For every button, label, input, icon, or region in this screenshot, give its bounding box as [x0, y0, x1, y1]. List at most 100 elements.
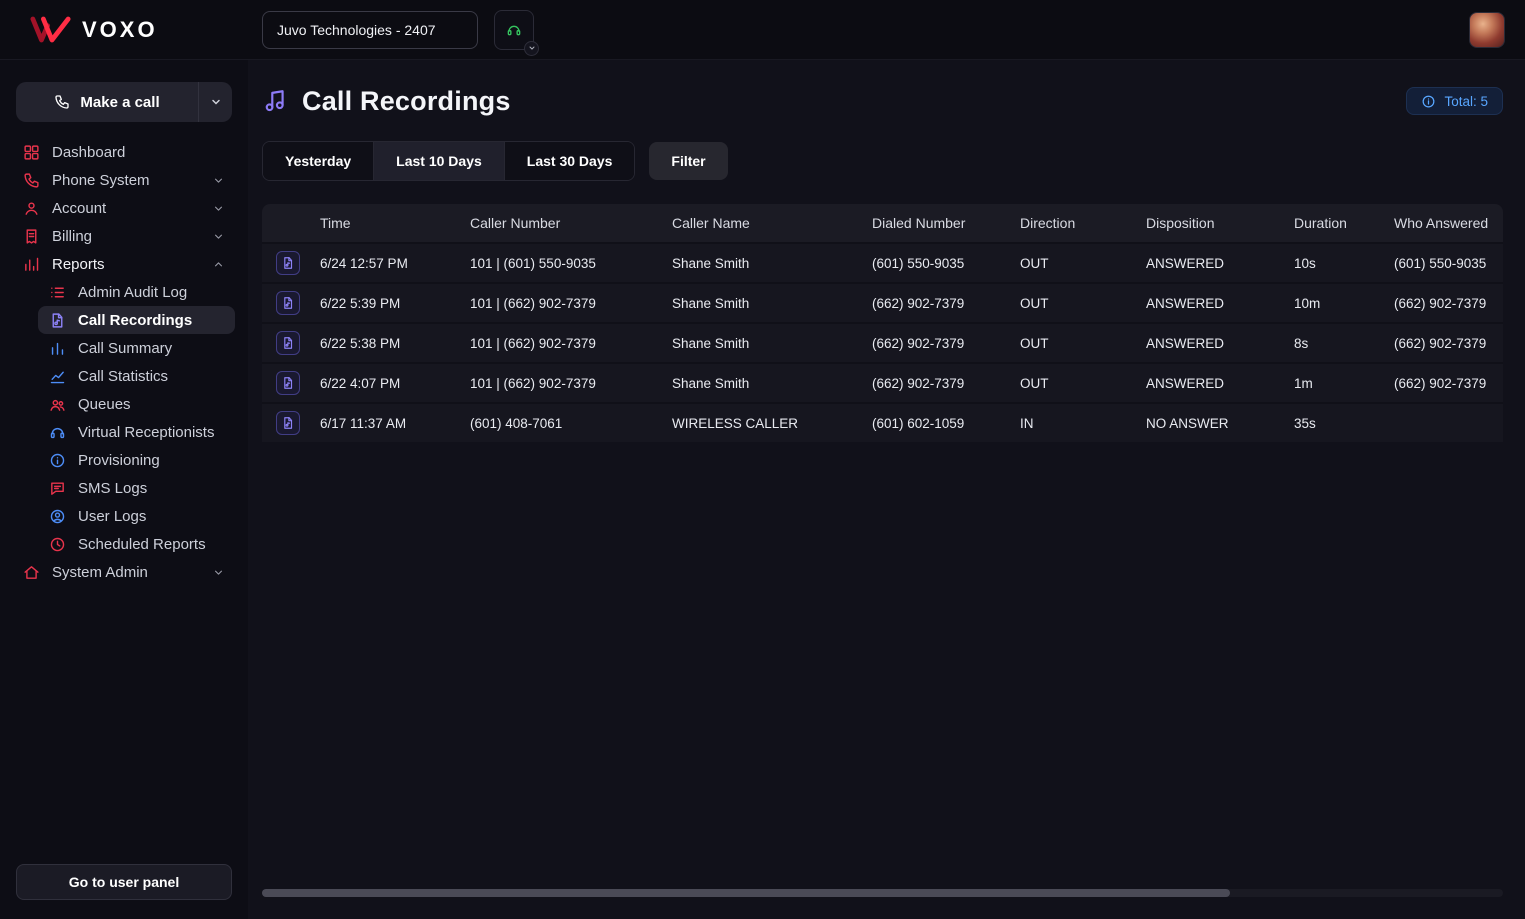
recording-icon-cell: [262, 291, 320, 315]
headset-button[interactable]: [494, 9, 539, 56]
recording-icon-cell: [262, 411, 320, 435]
recording-file-button[interactable]: [276, 411, 300, 435]
sidebar-item-billing[interactable]: Billing: [12, 222, 235, 250]
sidebar-item-system-admin[interactable]: System Admin: [12, 558, 235, 586]
date-range-tabs: Yesterday Last 10 Days Last 30 Days: [262, 141, 636, 181]
sidebar-item-virtual-receptionists[interactable]: Virtual Receptionists: [38, 418, 235, 446]
table-cell: OUT: [1020, 295, 1049, 311]
sidebar-item-user-logs[interactable]: User Logs: [38, 502, 235, 530]
table-cell: Shane Smith: [672, 335, 750, 351]
sidebar-item-call-recordings[interactable]: Call Recordings: [38, 306, 235, 334]
avatar[interactable]: [1469, 11, 1505, 48]
recordings-table: Time Caller Number Caller Name Dialed Numbe…: [262, 204, 1503, 442]
tab-yesterday[interactable]: Yesterday: [263, 142, 375, 180]
dashboard-icon: [22, 143, 40, 161]
table-cell: Shane Smith: [672, 255, 750, 271]
info-circle-icon: [1421, 94, 1436, 109]
column-header-time: Time: [320, 215, 351, 231]
recording-icon-cell: [262, 371, 320, 395]
make-call-button[interactable]: Make a call: [16, 82, 198, 122]
sidebar-item-scheduled-reports[interactable]: Scheduled Reports: [38, 530, 235, 558]
sidebar-item-sms-logs[interactable]: SMS Logs: [38, 474, 235, 502]
table-cell: (662) 902-7379: [1394, 375, 1487, 391]
table-row: 6/22 4:07 PM 101 | (662) 902-7379 Shane Sm…: [262, 362, 1503, 402]
sidebar-item-call-summary[interactable]: Call Summary: [38, 334, 235, 362]
sidebar-item-reports[interactable]: Reports: [12, 250, 235, 278]
horizontal-scrollbar-track[interactable]: [262, 889, 1503, 897]
table-cell: (662) 902-7379: [1394, 335, 1487, 351]
sidebar-item-queues[interactable]: Queues: [38, 390, 235, 418]
sidebar-item-account[interactable]: Account: [12, 194, 235, 222]
table-row: 6/22 5:38 PM 101 | (662) 902-7379 Shane Sm…: [262, 322, 1503, 362]
column-header-who-answered: Who Answered: [1394, 215, 1489, 231]
go-to-user-panel-button[interactable]: Go to user panel: [16, 864, 232, 900]
sidebar-item-label: Call Summary: [78, 339, 173, 357]
user-logs-icon: [48, 507, 66, 525]
org-selector-value: Juvo Technologies - 2407: [277, 21, 436, 38]
sidebar-item-label: Call Recordings: [78, 311, 193, 329]
topbar: VOXO Juvo Technologies - 2407: [0, 0, 1525, 60]
chevron-down-icon: [211, 99, 220, 105]
sidebar-item-label: SMS Logs: [78, 479, 148, 497]
table-cell: ANSWERED: [1146, 255, 1225, 271]
headset-chevron-badge[interactable]: [524, 40, 539, 56]
recording-file-button[interactable]: [276, 331, 300, 355]
sidebar-item-dashboard[interactable]: Dashboard: [12, 138, 235, 166]
total-badge: Total: 5: [1406, 87, 1503, 115]
total-badge-label: Total: 5: [1444, 93, 1488, 109]
table-cell: 6/24 12:57 PM: [320, 255, 408, 271]
table-row: 6/22 5:39 PM 101 | (662) 902-7379 Shane Sm…: [262, 282, 1503, 322]
table-cell: 101 | (662) 902-7379: [470, 335, 596, 351]
table-cell: 1m: [1294, 375, 1313, 391]
column-header-dialed-number: Dialed Number: [872, 215, 966, 231]
billing-icon: [22, 227, 40, 245]
main-content: Call Recordings Total: 5 Yesterday Last 1…: [248, 60, 1525, 919]
table-cell: Shane Smith: [672, 375, 750, 391]
recording-file-button[interactable]: [276, 371, 300, 395]
sidebar-item-label: Account: [52, 199, 107, 217]
sidebar: Make a call Dashboard Phone System Account…: [0, 60, 248, 919]
table-cell: 35s: [1294, 415, 1316, 431]
table-cell: 6/22 5:39 PM: [320, 295, 401, 311]
table-cell: (601) 550-9035: [1394, 255, 1487, 271]
page-header: Call Recordings Total: 5: [262, 82, 1503, 120]
table-cell: Shane Smith: [672, 295, 750, 311]
recording-icon-cell: [262, 251, 320, 275]
table-cell: ANSWERED: [1146, 375, 1225, 391]
column-header-caller-name: Caller Name: [672, 215, 750, 231]
horizontal-scrollbar-thumb[interactable]: [262, 889, 1230, 897]
table-cell: IN: [1020, 415, 1034, 431]
sidebar-item-phone-system[interactable]: Phone System: [12, 166, 235, 194]
sidebar-item-label: Queues: [78, 395, 131, 413]
voxo-logo-icon: [30, 16, 71, 43]
table-cell: (601) 550-9035: [872, 255, 965, 271]
phone-icon: [54, 94, 70, 110]
table-cell: (662) 902-7379: [872, 375, 965, 391]
table-header-row: Time Caller Number Caller Name Dialed Numbe…: [262, 204, 1503, 242]
recording-file-button[interactable]: [276, 251, 300, 275]
table-cell: (662) 902-7379: [1394, 295, 1487, 311]
sidebar-item-admin-audit-log[interactable]: Admin Audit Log: [38, 278, 235, 306]
sidebar-item-call-statistics[interactable]: Call Statistics: [38, 362, 235, 390]
tab-last-30-days[interactable]: Last 30 Days: [504, 142, 635, 180]
make-call-dropdown-button[interactable]: [198, 82, 232, 122]
filter-button[interactable]: Filter: [649, 142, 728, 180]
recording-file-button[interactable]: [276, 291, 300, 315]
table-cell: WIRELESS CALLER: [672, 415, 799, 431]
account-icon: [22, 199, 40, 217]
table-cell: 101 | (662) 902-7379: [470, 295, 596, 311]
sidebar-item-provisioning[interactable]: Provisioning: [38, 446, 235, 474]
table-cell: (601) 408-7061: [470, 415, 563, 431]
sidebar-item-label: User Logs: [78, 507, 147, 525]
table-body: 6/24 12:57 PM 101 | (601) 550-9035 Shane S…: [262, 242, 1503, 442]
sidebar-item-label: Reports: [52, 255, 105, 273]
table-cell: ANSWERED: [1146, 295, 1225, 311]
provisioning-icon: [48, 451, 66, 469]
page-title: Call Recordings: [302, 85, 511, 116]
column-header-direction: Direction: [1020, 215, 1076, 231]
tab-last-10-days[interactable]: Last 10 Days: [374, 142, 505, 180]
org-selector[interactable]: Juvo Technologies - 2407: [262, 10, 478, 49]
table-cell: 101 | (662) 902-7379: [470, 375, 596, 391]
table-cell: 10m: [1294, 295, 1321, 311]
table-cell: (662) 902-7379: [872, 295, 965, 311]
